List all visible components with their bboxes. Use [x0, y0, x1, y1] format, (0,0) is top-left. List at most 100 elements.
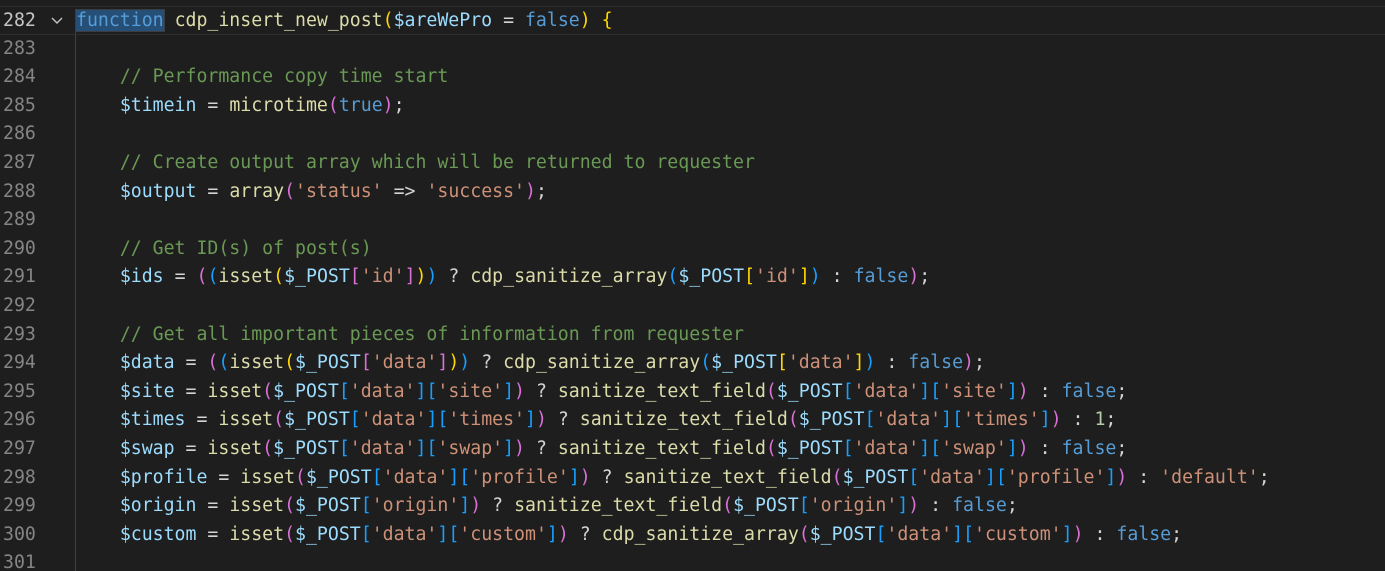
code-line[interactable]: 289 — [0, 206, 1385, 235]
code-token: [ — [744, 266, 755, 288]
code-token: 'data' — [853, 380, 920, 402]
code-token: ( — [196, 266, 208, 288]
code-token: ) — [426, 266, 438, 288]
code-token: ][ — [919, 438, 942, 459]
code-token: ][ — [941, 409, 964, 431]
line-number: 282 — [3, 10, 36, 31]
code-line[interactable]: 295 $site = isset($_POST['data']['site']… — [0, 378, 1385, 407]
code-token: ( — [700, 352, 712, 374]
code-token: isset — [218, 409, 274, 431]
code-token: [ — [842, 380, 854, 402]
code-text: $times = isset($_POST['data']['times']) … — [76, 406, 1117, 435]
code-line[interactable]: 294 $data = ((isset($_POST['data'])) ? c… — [0, 349, 1385, 378]
code-token: ] — [897, 495, 909, 517]
code-token: $_POST — [678, 266, 745, 288]
code-line[interactable]: 284 // Performance copy time start — [0, 63, 1385, 92]
code-token: $_POST — [809, 523, 876, 545]
code-line[interactable]: 300 $custom = isset($_POST['data']['cust… — [0, 521, 1385, 550]
code-token: false — [908, 352, 964, 374]
line-number: 283 — [3, 37, 36, 59]
code-token: [ — [349, 266, 361, 288]
code-token: $data — [119, 352, 175, 374]
code-token: 'data' — [886, 523, 953, 545]
code-editor[interactable]: 282 function cdp_insert_new_post($areWePr… — [0, 0, 1385, 571]
code-token: ( — [722, 495, 734, 517]
code-text: $swap = isset($_POST['data']['swap']) ? … — [76, 435, 1127, 464]
code-line[interactable]: 290 // Get ID(s) of post(s) — [0, 235, 1385, 264]
code-text: // Create output array which will be ret… — [76, 149, 755, 178]
code-token: 'data' — [349, 380, 416, 402]
code-token: [ — [360, 523, 372, 545]
code-line[interactable]: 286 — [0, 120, 1385, 149]
code-token: ( — [295, 466, 306, 488]
code-token: $_POST — [798, 409, 865, 431]
code-token: ] — [546, 523, 558, 545]
code-token: ? — [525, 380, 558, 402]
code-token: [ — [360, 495, 372, 517]
code-token: isset — [218, 266, 274, 288]
code-line[interactable]: 287 // Create output array which will be… — [0, 149, 1385, 178]
code-token: ] — [1061, 523, 1073, 545]
code-line[interactable]: 285 $timein = microtime(true); — [0, 92, 1385, 121]
code-token: 'success' — [426, 180, 526, 202]
code-line[interactable]: 283 — [0, 35, 1385, 64]
code-token: = — [163, 266, 197, 288]
code-token: 'origin' — [809, 495, 898, 517]
code-token: ( — [218, 352, 230, 374]
code-token: false — [524, 10, 580, 31]
code-token: ( — [798, 523, 810, 545]
code-line[interactable]: 299 $origin = isset($_POST['origin']) ? … — [0, 492, 1385, 521]
code-line[interactable]: 296 $times = isset($_POST['data']['times… — [0, 406, 1385, 435]
code-token: sanitize_text_field — [579, 409, 788, 431]
code-token: ; — [535, 180, 547, 202]
code-token: 1 — [1094, 409, 1106, 431]
code-line[interactable]: 301 — [0, 549, 1385, 571]
code-token: 'profile' — [470, 466, 569, 488]
code-token: ( — [787, 409, 799, 431]
code-token: sanitize_text_field — [514, 495, 723, 517]
code-line[interactable]: 282 function cdp_insert_new_post($areWePr… — [0, 6, 1385, 35]
code-line[interactable]: 293 // Get all important pieces of infor… — [0, 321, 1385, 350]
code-token: ) — [415, 266, 427, 288]
code-line[interactable]: 297 $swap = isset($_POST['data']['swap']… — [0, 435, 1385, 464]
code-token: = — [196, 94, 230, 116]
code-token: $_POST — [284, 266, 350, 288]
chevron-down-icon[interactable] — [48, 7, 66, 35]
code-token: array — [229, 180, 285, 202]
code-line[interactable]: 288 $output = array('status' => 'success… — [0, 178, 1385, 207]
code-token: $_POST — [305, 466, 372, 488]
code-token: cdp_sanitize_array — [470, 266, 668, 288]
code-token: ) — [557, 523, 569, 545]
code-token: false — [1061, 438, 1117, 459]
code-token: ? — [470, 352, 504, 374]
code-token: ) — [1017, 438, 1029, 459]
code-token: false — [853, 266, 909, 288]
code-token: ) — [809, 266, 821, 288]
code-token: [ — [360, 352, 372, 374]
code-line[interactable]: 298 $profile = isset($_POST['data']['pro… — [0, 464, 1385, 493]
code-token: 'site' — [941, 380, 1007, 402]
code-line[interactable]: 291 $ids = ((isset($_POST['id'])) ? cdp_… — [0, 263, 1385, 292]
code-token: $_POST — [284, 409, 350, 431]
code-line[interactable]: 292 — [0, 292, 1385, 321]
code-token: sanitize_text_field — [623, 466, 832, 488]
code-token: ][ — [952, 523, 974, 545]
line-number: 287 — [3, 152, 36, 173]
code-token: ( — [667, 266, 679, 288]
code-token: ) — [864, 352, 876, 374]
code-text: $profile = isset($_POST['data']['profile… — [76, 464, 1270, 493]
code-token: ][ — [437, 523, 460, 545]
code-text: $site = isset($_POST['data']['site']) ? … — [76, 378, 1127, 407]
code-text: // Get all important pieces of informati… — [76, 321, 744, 350]
code-token: ] — [1039, 409, 1051, 431]
code-token: = — [196, 180, 230, 202]
code-token: = — [196, 495, 230, 517]
code-token: ; — [974, 352, 985, 374]
code-token: 'id' — [360, 266, 405, 288]
